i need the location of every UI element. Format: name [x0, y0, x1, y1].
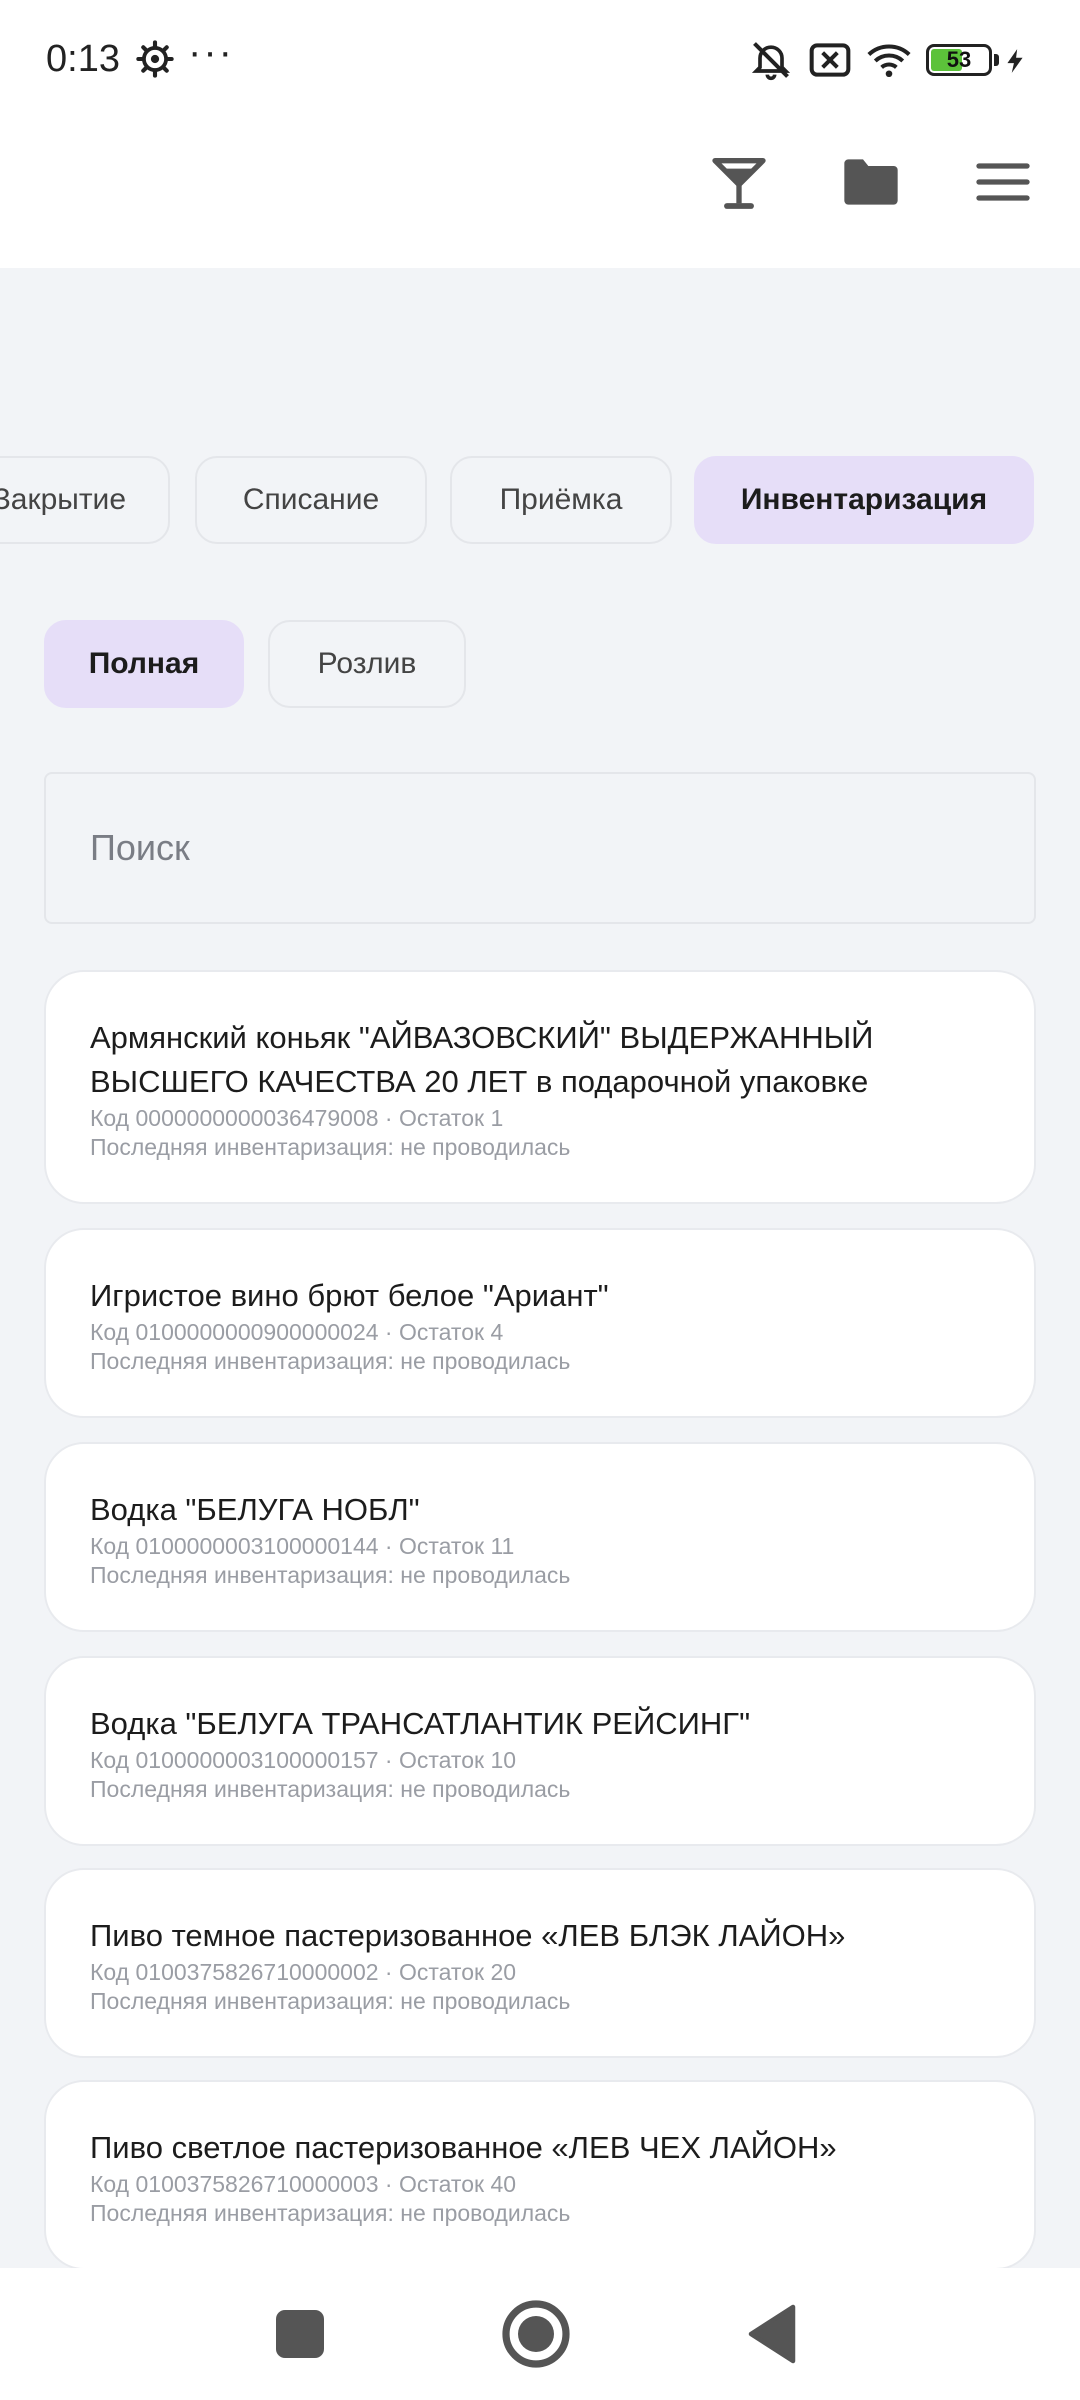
recent-apps-icon[interactable]: [264, 2298, 336, 2370]
tab-write-off[interactable]: Списание: [195, 456, 427, 544]
item-code: Код 0100375826710000002 · Остаток 20: [90, 1959, 517, 1985]
chip-draft[interactable]: Розлив: [268, 620, 466, 708]
item-title: Водка "БЕЛУГА ТРАНСАТЛАНТИК РЕЙСИНГ": [90, 1706, 751, 1741]
item-code: Код 0100000003100000144 · Остаток 11: [90, 1533, 515, 1559]
app-header-area: 0:13 ··· 53: [0, 0, 1080, 268]
item-last-inventory: Последняя инвентаризация: не проводилась: [90, 1562, 571, 1588]
item-last-inventory: Последняя инвентаризация: не проводилась: [90, 1988, 571, 2014]
item-last-inventory: Последняя инвентаризация: не проводилась: [90, 1134, 571, 1160]
item-title: Пиво светлое пастеризованное «ЛЕВ ЧЕХ ЛА…: [90, 2130, 837, 2165]
menu-icon[interactable]: [968, 150, 1038, 214]
tab-receiving[interactable]: Приёмка: [450, 456, 672, 544]
item-title: Пиво темное пастеризованное «ЛЕВ БЛЭК ЛА…: [90, 1918, 846, 1953]
status-time: 0:13: [46, 38, 120, 80]
list-item[interactable]: Пиво светлое пастеризованное «ЛЕВ ЧЕХ ЛА…: [44, 2080, 1036, 2270]
cocktail-icon[interactable]: [704, 150, 774, 214]
item-title: Игристое вино брют белое "Ариант": [90, 1278, 609, 1313]
item-last-inventory: Последняя инвентаризация: не проводилась: [90, 2200, 571, 2226]
operation-tabs: Закрытие Списание Приёмка Инвентаризация: [0, 456, 1080, 544]
item-last-inventory: Последняя инвентаризация: не проводилась: [90, 1776, 571, 1802]
item-code: Код 0000000000036479008 · Остаток 1: [90, 1105, 504, 1131]
chip-full[interactable]: Полная: [44, 620, 244, 708]
list-item[interactable]: Армянский коньяк "АЙВАЗОВСКИЙ" ВЫДЕРЖАНН…: [44, 970, 1036, 1204]
more-notifications-icon: ···: [188, 30, 234, 74]
wifi-icon: [867, 44, 911, 78]
settings-gear-icon: [136, 40, 174, 78]
list-item[interactable]: Пиво темное пастеризованное «ЛЕВ БЛЭК ЛА…: [44, 1868, 1036, 2058]
item-code: Код 0100000003100000157 · Остаток 10: [90, 1747, 517, 1773]
list-item[interactable]: Водка "БЕЛУГА ТРАНСАТЛАНТИК РЕЙСИНГ" Код…: [44, 1656, 1036, 1846]
battery-indicator: 53: [926, 44, 992, 76]
system-navigation-bar: [0, 2268, 1080, 2400]
item-last-inventory: Последняя инвентаризация: не проводилась: [90, 1348, 571, 1374]
search-input[interactable]: [44, 772, 1036, 924]
tab-inventory[interactable]: Инвентаризация: [694, 456, 1034, 544]
item-code: Код 0100000000900000024 · Остаток 4: [90, 1319, 504, 1345]
item-code: Код 0100375826710000003 · Остаток 40: [90, 2171, 517, 2197]
back-triangle-icon[interactable]: [736, 2298, 808, 2370]
battery-nub: [994, 54, 999, 66]
folder-icon[interactable]: [836, 150, 906, 214]
tab-closing[interactable]: Закрытие: [0, 456, 170, 544]
list-item[interactable]: Игристое вино брют белое "Ариант" Код 01…: [44, 1228, 1036, 1418]
item-title: Водка "БЕЛУГА НОБЛ": [90, 1492, 420, 1527]
item-title: Армянский коньяк "АЙВАЗОВСКИЙ" ВЫДЕРЖАНН…: [90, 1020, 874, 1099]
home-circle-icon[interactable]: [500, 2298, 572, 2370]
battery-level: 53: [946, 47, 972, 72]
list-item[interactable]: Водка "БЕЛУГА НОБЛ" Код 0100000003100000…: [44, 1442, 1036, 1632]
mute-bell-icon: [751, 42, 791, 81]
charging-bolt-icon: [1007, 49, 1023, 73]
status-bar: 0:13 ··· 53: [0, 0, 1080, 120]
no-sim-icon: [809, 43, 851, 77]
